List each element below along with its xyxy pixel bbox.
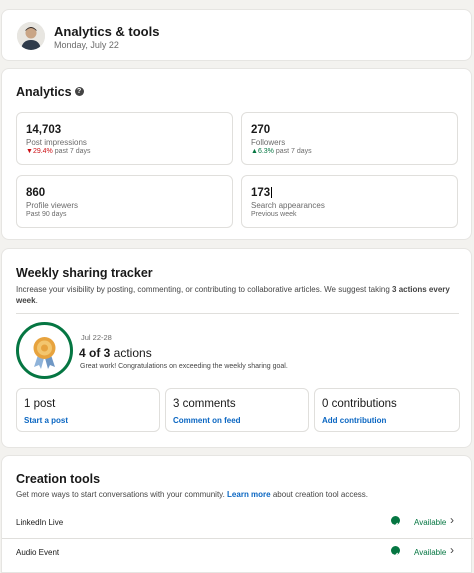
stat-period: Past 90 days	[26, 211, 67, 218]
tracker-item-posts: 1 post Start a post	[16, 388, 160, 432]
tool-name: LinkedIn Live	[16, 518, 64, 527]
stat-label: Search appearances	[251, 201, 325, 210]
creation-tools-card: Creation tools Get more ways to start co…	[1, 455, 473, 573]
item-count: 3 comments	[173, 398, 236, 410]
actions-summary: 4 of 3 actions	[79, 346, 152, 360]
stat-change: ▼29.4% past 7 days	[26, 148, 91, 155]
help-icon[interactable]: ?	[74, 87, 84, 97]
award-badge	[16, 322, 73, 379]
tracker-date-range: Jul 22-28	[81, 333, 112, 342]
stat-label: Post impressions	[26, 138, 87, 147]
analytics-heading: Analytics?	[16, 85, 84, 99]
stat-value: 860	[26, 187, 46, 199]
stat-search-appearances[interactable]: 173 Search appearances Previous week	[241, 175, 458, 228]
desc-end: about creation tool access.	[270, 490, 369, 499]
trend-down-icon: ▼	[26, 148, 33, 155]
congrats-message: Great work! Congratulations on exceeding…	[80, 363, 288, 370]
tool-status: Available	[414, 518, 447, 527]
stat-number: 173	[251, 187, 271, 199]
header-date: Monday, July 22	[54, 40, 119, 50]
comment-feed-link[interactable]: Comment on feed	[173, 416, 241, 425]
stat-change: ▲6.3% past 7 days	[251, 148, 312, 155]
change-period: past 7 days	[54, 148, 91, 155]
sharing-tracker-card: Weekly sharing tracker Increase your vis…	[1, 248, 472, 448]
tool-row-audio-event[interactable]: Audio Event Available ›	[2, 540, 473, 568]
stat-value: 14,703	[26, 124, 62, 136]
change-period: past 7 days	[275, 148, 312, 155]
avatar[interactable]	[17, 22, 45, 50]
analytics-card: Analytics? 14,703 Post impressions ▼29.4…	[1, 68, 472, 240]
divider	[16, 313, 459, 314]
actions-count: 4 of 3	[79, 346, 111, 360]
tracker-item-contributions: 0 contributions Add contribution	[314, 388, 460, 432]
tracker-title: Weekly sharing tracker	[16, 266, 153, 280]
text-cursor	[271, 187, 273, 199]
check-icon	[391, 546, 400, 557]
tools-description: Get more ways to start conversations wit…	[16, 489, 456, 500]
check-icon	[391, 516, 400, 527]
start-post-link[interactable]: Start a post	[24, 416, 68, 425]
change-percent: 29.4%	[32, 148, 53, 155]
desc-end: .	[35, 296, 38, 305]
desc-text: Increase your visibility by posting, com…	[16, 285, 393, 294]
desc-text: Get more ways to start conversations wit…	[16, 490, 228, 499]
analytics-title: Analytics	[16, 85, 72, 99]
tracker-description: Increase your visibility by posting, com…	[16, 284, 456, 306]
tool-status: Available	[414, 548, 447, 557]
medal-icon	[33, 337, 56, 369]
stat-label: Profile viewers	[26, 201, 79, 210]
stat-post-impressions[interactable]: 14,703 Post impressions ▼29.4% past 7 da…	[16, 112, 233, 165]
chevron-right-icon[interactable]: ›	[450, 543, 454, 557]
stat-followers[interactable]: 270 Followers ▲6.3% past 7 days	[241, 112, 458, 165]
header-card: Analytics & tools Monday, July 22	[1, 9, 472, 61]
trend-up-icon: ▲	[251, 148, 258, 155]
tool-name: Audio Event	[16, 548, 60, 557]
actions-label: actions	[110, 346, 152, 360]
chevron-right-icon[interactable]: ›	[450, 513, 454, 527]
stat-profile-viewers[interactable]: 860 Profile viewers Past 90 days	[16, 175, 233, 228]
divider	[2, 538, 473, 539]
stat-value: 270	[251, 124, 271, 136]
tracker-item-comments: 3 comments Comment on feed	[165, 388, 309, 432]
tool-row-linkedin-live[interactable]: LinkedIn Live Available ›	[2, 510, 473, 538]
stat-label: Followers	[251, 138, 286, 147]
page-title: Analytics & tools	[54, 24, 160, 39]
add-contribution-link[interactable]: Add contribution	[322, 416, 386, 425]
item-count: 0 contributions	[322, 398, 397, 410]
change-percent: 6.3%	[257, 148, 274, 155]
learn-more-link[interactable]: Learn more	[227, 490, 271, 499]
stat-value: 173	[251, 187, 273, 199]
item-count: 1 post	[24, 398, 56, 410]
stat-period: Previous week	[251, 211, 297, 218]
tools-title: Creation tools	[16, 472, 101, 486]
